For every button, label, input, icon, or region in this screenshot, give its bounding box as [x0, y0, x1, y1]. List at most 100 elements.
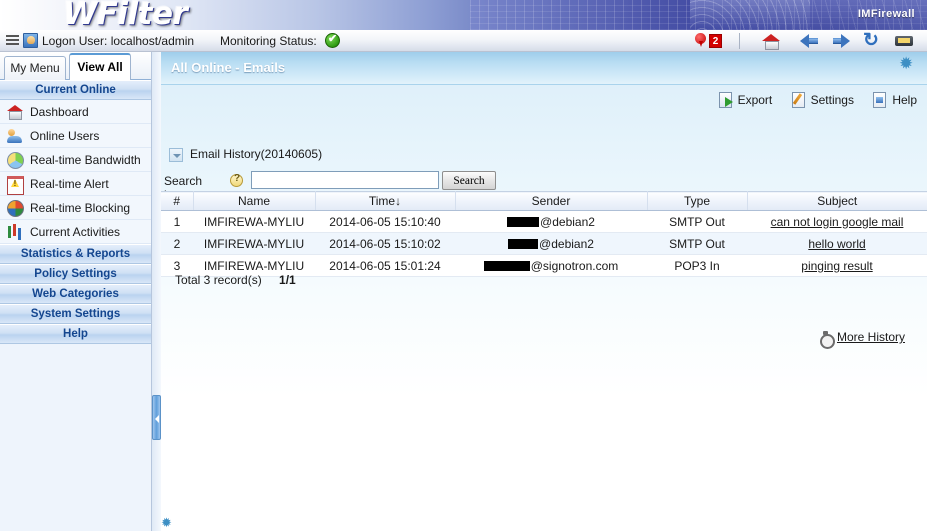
subject-link[interactable]: pinging result: [801, 259, 872, 273]
block-ball-icon: [7, 200, 24, 217]
subject-link[interactable]: can not login google mail: [771, 215, 904, 229]
user-icon: [23, 33, 38, 48]
table-header-row: # Name Time↓ Sender Type Subject: [161, 191, 927, 211]
pie-chart-icon: [7, 152, 24, 169]
cell-type: POP3 In: [647, 254, 747, 277]
green-check-icon: [325, 32, 340, 48]
sidebar-item-current-activities[interactable]: Current Activities: [0, 220, 151, 244]
sidebar-collapse-handle[interactable]: [152, 395, 161, 440]
sidebar-item-realtime-alert[interactable]: Real-time Alert: [0, 172, 151, 196]
column-header-num[interactable]: #: [161, 191, 194, 211]
redacted-bar: [508, 238, 539, 249]
house-icon: [7, 104, 23, 120]
arrow-shaft: [808, 38, 818, 44]
arrow-head: [800, 34, 809, 48]
export-icon: [718, 92, 734, 108]
export-button[interactable]: Export: [718, 91, 772, 109]
column-header-time[interactable]: Time↓: [315, 191, 456, 211]
sidebar-item-label: Online Users: [30, 129, 100, 143]
cell-time: 2014-06-05 15:10:02: [315, 232, 455, 255]
sender-domain: @debian2: [539, 236, 594, 251]
arrow-head: [841, 34, 850, 48]
question-mark-icon[interactable]: [230, 173, 243, 187]
redacted-bar: [507, 216, 540, 227]
back-arrow-icon[interactable]: [800, 33, 819, 49]
page-title: All Online - Emails: [171, 60, 286, 75]
app-logo: WFilter: [63, 0, 188, 30]
settings-button[interactable]: Settings: [791, 91, 854, 109]
refresh-icon[interactable]: [863, 29, 881, 52]
table-row[interactable]: 2 IMFIREWA-MYLIU 2014-06-05 15:10:02 @de…: [161, 232, 927, 255]
sidebar-item-realtime-bandwidth[interactable]: Real-time Bandwidth: [0, 148, 151, 172]
column-header-name[interactable]: Name: [193, 191, 316, 211]
cell-subject: pinging result: [747, 254, 927, 277]
sidebar-item-dashboard[interactable]: Dashboard: [0, 100, 151, 124]
forward-arrow-icon[interactable]: [832, 33, 851, 49]
status-bar: Logon User: localhost/admin Monitoring S…: [0, 29, 927, 52]
panel-action-bar: Export Settings Help: [703, 91, 917, 111]
map-pin-icon[interactable]: [695, 33, 706, 49]
monitoring-status-label: Monitoring Status:: [220, 34, 317, 48]
sidebar-item-online-users[interactable]: Online Users: [0, 124, 151, 148]
cell-num: 1: [161, 210, 193, 233]
sidebar-item-label: Real-time Alert: [30, 177, 109, 191]
sidebar: My Menu View All Current Online Dashboar…: [0, 52, 152, 531]
sidebar-group-help[interactable]: Help: [0, 324, 151, 344]
sidebar-item-realtime-blocking[interactable]: Real-time Blocking: [0, 196, 151, 220]
column-header-sender[interactable]: Sender: [455, 191, 648, 211]
alert-count-badge[interactable]: 2: [709, 34, 722, 48]
banner-texture-mid: [690, 0, 810, 30]
sidebar-item-label: Real-time Bandwidth: [30, 153, 141, 167]
tab-my-menu[interactable]: My Menu: [4, 56, 66, 80]
table-header: # Name Time↓ Sender Type Subject: [161, 191, 927, 211]
sidebar-group-current-online[interactable]: Current Online: [0, 80, 151, 100]
calendar-alert-icon: [7, 176, 24, 195]
help-label: Help: [892, 93, 917, 107]
column-header-subject[interactable]: Subject: [747, 191, 927, 211]
search-button[interactable]: Search: [442, 171, 496, 190]
print-icon[interactable]: [895, 33, 913, 49]
brand-label: IMFirewall: [857, 8, 915, 20]
page-indicator: 1/1: [279, 273, 296, 287]
more-history-label: More History: [836, 330, 905, 344]
sidebar-tabs: My Menu View All: [0, 52, 151, 80]
settings-icon: [791, 92, 807, 108]
sidebar-group-statistics-reports[interactable]: Statistics & Reports: [0, 244, 151, 264]
sidebar-item-label: Current Activities: [30, 225, 121, 239]
emails-table: # Name Time↓ Sender Type Subject 1 IMFIR…: [161, 191, 927, 277]
table-body: 1 IMFIREWA-MYLIU 2014-06-05 15:10:40 @de…: [161, 210, 927, 277]
record-summary: Total 3 record(s) 1/1: [175, 273, 296, 287]
cell-subject: hello world: [747, 232, 927, 255]
column-header-type[interactable]: Type: [647, 191, 748, 211]
search-input[interactable]: [251, 171, 439, 189]
redacted-bar: [483, 260, 530, 271]
sender-domain: @signotron.com: [530, 258, 619, 273]
cell-sender: @signotron.com: [455, 254, 647, 277]
help-icon: [873, 92, 888, 108]
home-icon[interactable]: [762, 33, 780, 50]
subject-link[interactable]: hello world: [808, 237, 865, 251]
sidebar-group-web-categories[interactable]: Web Categories: [0, 284, 151, 304]
history-title: Email History(20140605): [190, 147, 323, 161]
sidebar-item-label: Real-time Blocking: [30, 201, 131, 215]
help-button[interactable]: Help: [873, 91, 917, 109]
pin-panel-icon[interactable]: [899, 55, 915, 76]
table-row[interactable]: 1 IMFIREWA-MYLIU 2014-06-05 15:10:40 @de…: [161, 210, 927, 233]
chevron-down-icon[interactable]: [169, 148, 183, 162]
main-panel: All Online - Emails Export Settings Help…: [161, 52, 927, 531]
sidebar-splitter: [152, 52, 161, 531]
hamburger-icon[interactable]: [6, 35, 19, 46]
cell-num: 2: [161, 232, 193, 255]
panel-body: Export Settings Help Email History(20140…: [161, 85, 927, 531]
sidebar-item-label: Dashboard: [30, 105, 89, 119]
bottom-pin-icon: [161, 515, 175, 531]
settings-label: Settings: [810, 93, 854, 107]
sidebar-group-system-settings[interactable]: System Settings: [0, 304, 151, 324]
sidebar-group-policy-settings[interactable]: Policy Settings: [0, 264, 151, 284]
cell-type: SMTP Out: [647, 232, 747, 255]
cell-time: 2014-06-05 15:01:24: [315, 254, 455, 277]
cell-type: SMTP Out: [647, 210, 747, 233]
more-history-link[interactable]: More History: [819, 330, 905, 349]
toolbar-divider: [739, 33, 740, 49]
tab-view-all[interactable]: View All: [69, 53, 131, 80]
